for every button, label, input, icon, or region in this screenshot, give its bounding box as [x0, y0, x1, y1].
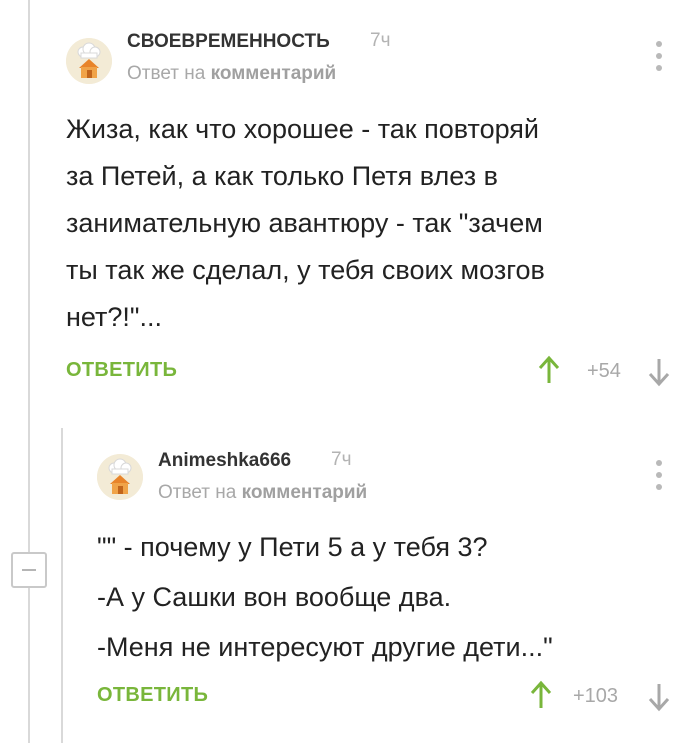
reply-to-prefix: Ответ на: [158, 482, 237, 503]
reply-button[interactable]: ОТВЕТИТЬ: [97, 684, 208, 707]
avatar[interactable]: [97, 454, 143, 500]
arrow-down-icon[interactable]: [648, 357, 670, 387]
comment-menu-button[interactable]: [654, 41, 664, 75]
comment-text-line: "" - почему у Пети 5 а у тебя 3?: [97, 532, 488, 562]
comment-text-line: -Меня не интересуют другие дети...": [97, 632, 553, 662]
arrow-up-icon[interactable]: [530, 680, 552, 710]
comment-time: 7ч: [370, 30, 391, 51]
comment-author[interactable]: СВОЕВРЕМЕННОСТЬ: [127, 31, 330, 53]
comment-time: 7ч: [331, 449, 352, 470]
comment-text-line: Жиза, как что хорошее - так повторяй: [66, 114, 540, 144]
arrow-up-icon[interactable]: [538, 355, 560, 385]
dot: [656, 484, 662, 490]
avatar[interactable]: [66, 38, 112, 84]
comment-text-line: ты так же сделал, у тебя своих мозгов: [66, 255, 545, 285]
dot: [656, 65, 662, 71]
dot: [656, 41, 662, 47]
reply-to-line: Ответ на комментарий: [158, 482, 367, 504]
thread-line-outer-lower: [28, 588, 30, 743]
dot: [656, 472, 662, 478]
dot: [656, 53, 662, 59]
comment-menu-button[interactable]: [654, 460, 664, 494]
chef-hat-house-avatar-icon: [97, 454, 143, 500]
reply-to-link[interactable]: комментарий: [242, 482, 368, 503]
reply-button[interactable]: ОТВЕТИТЬ: [66, 359, 177, 382]
reply-to-prefix: Ответ на: [127, 63, 206, 84]
thread-line-outer: [28, 0, 30, 552]
comment-text-line: -А у Сашки вон вообще два.: [97, 582, 452, 612]
reply-to-link[interactable]: комментарий: [211, 63, 337, 84]
comment-author[interactable]: Animeshka666: [158, 450, 291, 472]
rating-value: +54: [587, 360, 621, 382]
reply-to-line: Ответ на комментарий: [127, 63, 336, 85]
minus-icon: [22, 569, 36, 571]
rating-value: +103: [573, 685, 619, 707]
comment-text-line: нет?!"...: [66, 302, 163, 332]
thread-line-nested: [61, 428, 63, 743]
chef-hat-house-avatar-icon: [66, 38, 112, 84]
dot: [656, 460, 662, 466]
collapse-thread-button[interactable]: [11, 552, 47, 588]
comment-text-line: занимательную авантюру - так "зачем: [66, 208, 543, 238]
arrow-down-icon[interactable]: [648, 682, 670, 712]
comment-text-line: за Петей, а как только Петя влез в: [66, 161, 498, 191]
